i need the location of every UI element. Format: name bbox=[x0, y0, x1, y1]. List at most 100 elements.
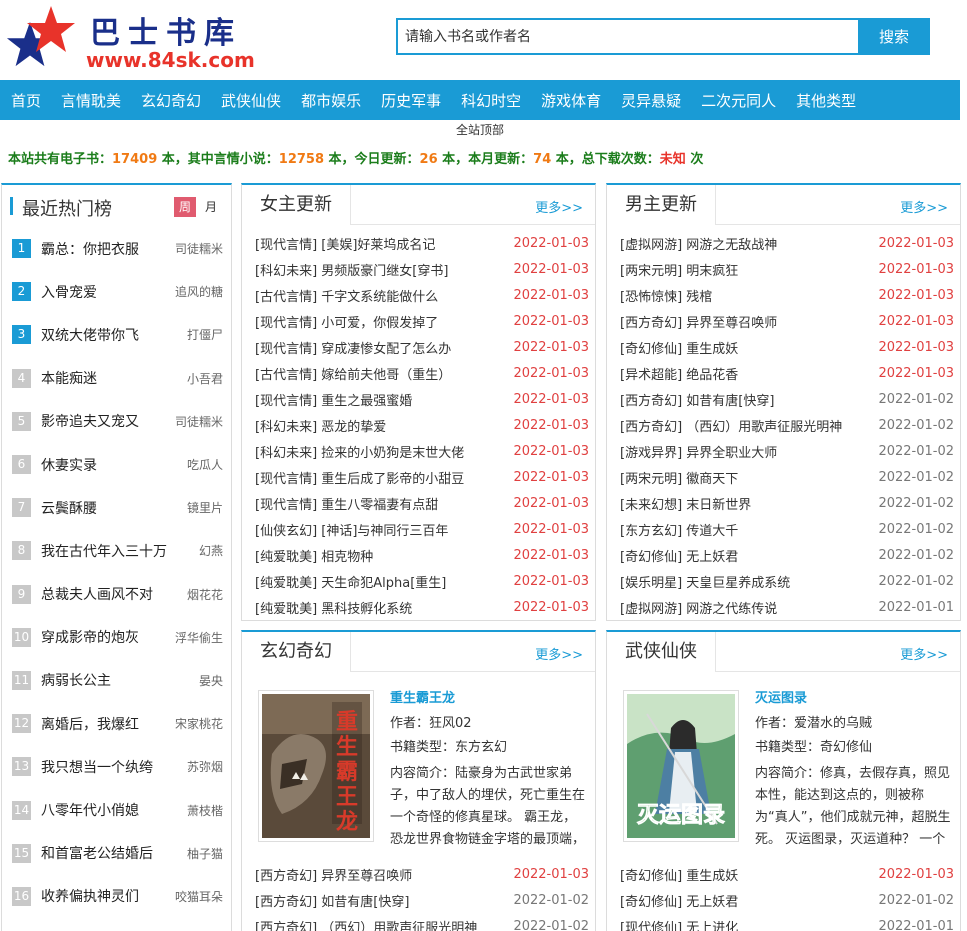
book-link[interactable]: [未来幻想] 末日新世界 bbox=[620, 494, 751, 513]
book-link[interactable]: [奇幻修仙] 无上妖君 bbox=[620, 891, 738, 910]
list-item[interactable]: [科幻未来] 男频版豪门继女[穿书] 2022-01-03 bbox=[255, 256, 589, 282]
rank-item[interactable]: 10 穿成影帝的炮灰 浮华偷生 bbox=[2, 616, 231, 659]
book-link[interactable]: [异术超能] 绝品花香 bbox=[620, 364, 738, 383]
book-link[interactable]: [恐怖惊悚] 残棺 bbox=[620, 286, 712, 305]
male-more-link[interactable]: 更多>> bbox=[900, 197, 948, 216]
list-item[interactable]: [未来幻想] 末日新世界 2022-01-02 bbox=[620, 490, 954, 516]
rank-book-link[interactable]: 云鬓酥腰 bbox=[41, 498, 97, 518]
book-link[interactable]: [东方玄幻] 传道大千 bbox=[620, 520, 738, 539]
book-cover-image[interactable]: 重 生 霸 王 龙 bbox=[258, 690, 374, 842]
search-input[interactable] bbox=[396, 18, 858, 55]
rank-item[interactable]: 11 病弱长公主 晏央 bbox=[2, 659, 231, 702]
book-title-link[interactable]: 灭运图录 bbox=[755, 690, 952, 715]
book-link[interactable]: [古代言情] 千字文系统能做什么 bbox=[255, 286, 438, 305]
rank-item[interactable]: 2 入骨宠爱 追风的糖 bbox=[2, 270, 231, 313]
nav-item[interactable]: 二次元同人 bbox=[701, 90, 776, 111]
list-item[interactable]: [古代言情] 千字文系统能做什么 2022-01-03 bbox=[255, 282, 589, 308]
book-cover-image[interactable]: 灭运图录 bbox=[623, 690, 739, 842]
rank-book-link[interactable]: 霸总：你把衣服 bbox=[41, 239, 139, 259]
book-link[interactable]: [现代言情] [美娱]好莱坞成名记 bbox=[255, 234, 435, 253]
list-item[interactable]: [现代言情] 小可爱，你假发掉了 2022-01-03 bbox=[255, 308, 589, 334]
list-item[interactable]: [纯爱耽美] 相克物种 2022-01-03 bbox=[255, 542, 589, 568]
book-link[interactable]: [西方奇幻] 异界至尊召唤师 bbox=[255, 865, 412, 884]
nav-item[interactable]: 武侠仙侠 bbox=[221, 90, 281, 111]
female-more-link[interactable]: 更多>> bbox=[535, 197, 583, 216]
rank-item[interactable]: 8 我在古代年入三十万 幻燕 bbox=[2, 529, 231, 572]
book-link[interactable]: [虚拟网游] 网游之代练传说 bbox=[620, 598, 777, 617]
list-item[interactable]: [科幻未来] 捡来的小奶狗是末世大佬 2022-01-03 bbox=[255, 438, 589, 464]
list-item[interactable]: [虚拟网游] 网游之代练传说 2022-01-01 bbox=[620, 594, 954, 620]
rank-item[interactable]: 1 霸总：你把衣服 司徒糯米 bbox=[2, 227, 231, 270]
list-item[interactable]: [现代言情] 重生八零福妻有点甜 2022-01-03 bbox=[255, 490, 589, 516]
list-item[interactable]: [西方奇幻] （西幻）用歌声征服光明神 2022-01-02 bbox=[255, 913, 589, 931]
list-item[interactable]: [奇幻修仙] 无上妖君 2022-01-02 bbox=[620, 887, 954, 913]
book-link[interactable]: [西方奇幻] 异界至尊召唤师 bbox=[620, 312, 777, 331]
rank-book-link[interactable]: 八零年代小俏媳 bbox=[41, 800, 139, 820]
book-link[interactable]: [科幻未来] 恶龙的挚爱 bbox=[255, 416, 386, 435]
nav-item[interactable]: 游戏体育 bbox=[541, 90, 601, 111]
list-item[interactable]: [西方奇幻] 如昔有唐[快穿] 2022-01-02 bbox=[255, 887, 589, 913]
xuanhuan-more-link[interactable]: 更多>> bbox=[535, 644, 583, 663]
list-item[interactable]: [游戏异界] 异界全职业大师 2022-01-02 bbox=[620, 438, 954, 464]
list-item[interactable]: [现代修仙] 无上进化 2022-01-01 bbox=[620, 913, 954, 931]
rank-item[interactable]: 9 总裁夫人画风不对 烟花花 bbox=[2, 573, 231, 616]
rank-item[interactable]: 16 收养偏执神灵们 咬猫耳朵 bbox=[2, 875, 231, 918]
list-item[interactable]: [科幻未来] 恶龙的挚爱 2022-01-03 bbox=[255, 412, 589, 438]
list-item[interactable]: [西方奇幻] 如昔有唐[快穿] 2022-01-02 bbox=[620, 386, 954, 412]
site-logo-url[interactable]: www.84sk.com bbox=[86, 48, 255, 72]
list-item[interactable]: [现代言情] 重生后成了影帝的小甜豆 2022-01-03 bbox=[255, 464, 589, 490]
list-item[interactable]: [纯爱耽美] 天生命犯Alpha[重生] 2022-01-03 bbox=[255, 568, 589, 594]
book-link[interactable]: [现代言情] 重生八零福妻有点甜 bbox=[255, 494, 438, 513]
rank-book-link[interactable]: 我只想当一个纨绔 bbox=[41, 757, 153, 777]
book-link[interactable]: [西方奇幻] （西幻）用歌声征服光明神 bbox=[620, 416, 842, 435]
nav-item[interactable]: 首页 bbox=[11, 90, 41, 111]
list-item[interactable]: [仙侠玄幻] [神话]与神同行三百年 2022-01-03 bbox=[255, 516, 589, 542]
book-link[interactable]: [仙侠玄幻] [神话]与神同行三百年 bbox=[255, 520, 448, 539]
rank-book-link[interactable]: 和首富老公结婚后 bbox=[41, 843, 153, 863]
list-item[interactable]: [奇幻修仙] 无上妖君 2022-01-02 bbox=[620, 542, 954, 568]
list-item[interactable]: [奇幻修仙] 重生成妖 2022-01-03 bbox=[620, 861, 954, 887]
rank-tab-week[interactable]: 周 bbox=[174, 197, 196, 217]
book-link[interactable]: [两宋元明] 明末疯狂 bbox=[620, 260, 738, 279]
list-item[interactable]: [奇幻修仙] 重生成妖 2022-01-03 bbox=[620, 334, 954, 360]
book-link[interactable]: [现代修仙] 无上进化 bbox=[620, 917, 738, 931]
book-link[interactable]: [现代言情] 重生后成了影帝的小甜豆 bbox=[255, 468, 464, 487]
list-item[interactable]: [东方玄幻] 传道大千 2022-01-02 bbox=[620, 516, 954, 542]
book-link[interactable]: [虚拟网游] 网游之无敌战神 bbox=[620, 234, 777, 253]
book-link[interactable]: [现代言情] 重生之最强蜜婚 bbox=[255, 390, 412, 409]
list-item[interactable]: [异术超能] 绝品花香 2022-01-03 bbox=[620, 360, 954, 386]
rank-book-link[interactable]: 病弱长公主 bbox=[41, 670, 111, 690]
book-link[interactable]: [古代言情] 嫁给前夫他哥（重生） bbox=[255, 364, 451, 383]
wuxia-more-link[interactable]: 更多>> bbox=[900, 644, 948, 663]
nav-item[interactable]: 玄幻奇幻 bbox=[141, 90, 201, 111]
rank-book-link[interactable]: 总裁夫人画风不对 bbox=[41, 584, 153, 604]
book-link[interactable]: [纯爱耽美] 相克物种 bbox=[255, 546, 373, 565]
list-item[interactable]: [恐怖惊悚] 残棺 2022-01-03 bbox=[620, 282, 954, 308]
book-link[interactable]: [游戏异界] 异界全职业大师 bbox=[620, 442, 777, 461]
book-link[interactable]: [纯爱耽美] 天生命犯Alpha[重生] bbox=[255, 572, 446, 591]
book-link[interactable]: [西方奇幻] 如昔有唐[快穿] bbox=[620, 390, 774, 409]
rank-book-link[interactable]: 穿成影帝的炮灰 bbox=[41, 627, 139, 647]
list-item[interactable]: [两宋元明] 明末疯狂 2022-01-03 bbox=[620, 256, 954, 282]
list-item[interactable]: [现代言情] 重生之最强蜜婚 2022-01-03 bbox=[255, 386, 589, 412]
rank-book-link[interactable]: 影帝追夫又宠又 bbox=[41, 411, 139, 431]
search-button[interactable]: 搜索 bbox=[858, 18, 930, 55]
list-item[interactable]: [古代言情] 嫁给前夫他哥（重生） 2022-01-03 bbox=[255, 360, 589, 386]
rank-book-link[interactable]: 收养偏执神灵们 bbox=[41, 886, 139, 906]
rank-book-link[interactable]: 本能痴迷 bbox=[41, 368, 97, 388]
nav-item[interactable]: 其他类型 bbox=[796, 90, 856, 111]
nav-item[interactable]: 言情耽美 bbox=[61, 90, 121, 111]
rank-item[interactable]: 14 八零年代小俏媳 萧枝楷 bbox=[2, 788, 231, 831]
list-item[interactable]: [两宋元明] 徽商天下 2022-01-02 bbox=[620, 464, 954, 490]
rank-item[interactable]: 12 离婚后，我爆红 宋家桃花 bbox=[2, 702, 231, 745]
list-item[interactable]: [西方奇幻] 异界至尊召唤师 2022-01-03 bbox=[255, 861, 589, 887]
nav-item[interactable]: 都市娱乐 bbox=[301, 90, 361, 111]
site-logo-title[interactable]: 巴士书库 bbox=[90, 8, 242, 52]
book-title-link[interactable]: 重生霸王龙 bbox=[390, 690, 587, 715]
book-link[interactable]: [科幻未来] 男频版豪门继女[穿书] bbox=[255, 260, 448, 279]
rank-item[interactable]: 6 休妻实录 吃瓜人 bbox=[2, 443, 231, 486]
rank-book-link[interactable]: 我在古代年入三十万 bbox=[41, 541, 167, 561]
list-item[interactable]: [纯爱耽美] 黑科技孵化系统 2022-01-03 bbox=[255, 594, 589, 620]
rank-book-link[interactable]: 离婚后，我爆红 bbox=[41, 714, 139, 734]
book-link[interactable]: [科幻未来] 捡来的小奶狗是末世大佬 bbox=[255, 442, 464, 461]
